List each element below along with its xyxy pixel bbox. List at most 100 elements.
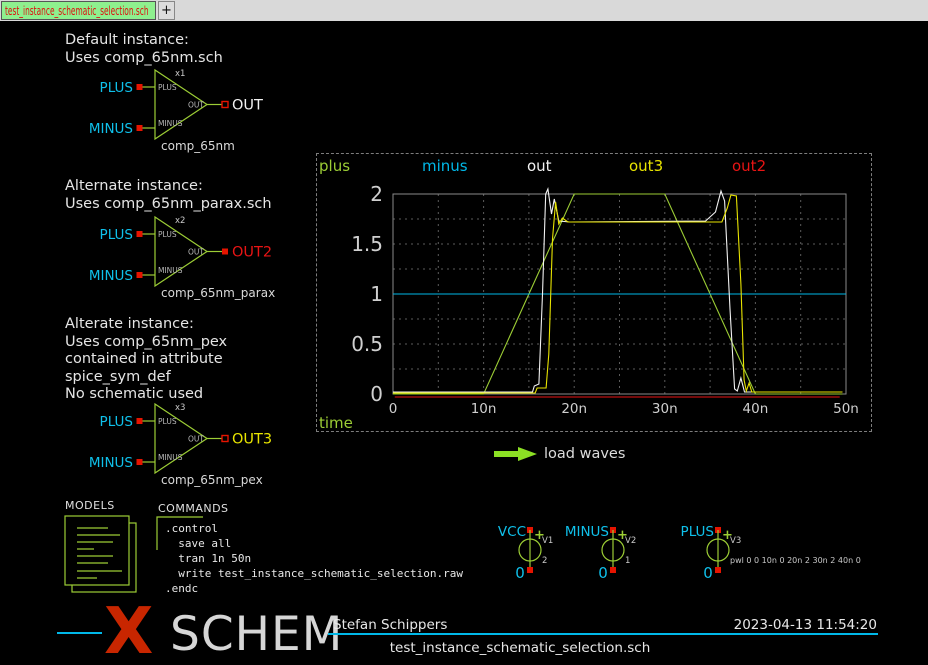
pin-name-plus: PLUS	[158, 230, 177, 239]
instance3-heading: Alterate instance:Uses comp_65nm_pexcont…	[65, 316, 227, 404]
text-line: contained in attribute	[65, 351, 227, 369]
author-name: Stefan Schippers	[333, 617, 447, 633]
text-line: Alterate instance:	[65, 316, 227, 334]
legend-plus: plus	[319, 157, 350, 175]
tab-bar: test_instance_schematic_selection.sch +	[0, 0, 928, 21]
new-tab-button[interactable]: +	[158, 1, 175, 20]
net-label-minus[interactable]: MINUS	[89, 121, 133, 137]
arrow-shape	[494, 447, 537, 461]
x-tick-label: 20n	[561, 401, 587, 417]
gnd-label[interactable]: 0	[703, 564, 713, 582]
text-line: Uses comp_65nm_pex	[65, 334, 227, 352]
tab-label: test_instance_schematic_selection.sch	[5, 4, 149, 18]
comparator-instance-x3[interactable]: PLUS MINUS OUT3 x3 PLUS OUT MINUS comp_6…	[95, 396, 310, 491]
legend-out: out	[527, 157, 552, 175]
titleblock-left-line	[57, 632, 102, 634]
instance2-heading: Alternate instance:Uses comp_65nm_parax.…	[65, 178, 272, 213]
legend-out2: out2	[732, 157, 766, 175]
x-tick-label: 0	[389, 401, 398, 417]
net-label-vcc[interactable]: VCC	[498, 524, 526, 540]
x-tick-label: 10n	[471, 401, 497, 417]
gnd-label[interactable]: 0	[515, 564, 525, 582]
models-label: MODELS	[65, 499, 115, 512]
gnd-label[interactable]: 0	[598, 564, 608, 582]
value-label: pwl 0 0 10n 0 20n 2 30n 2 40n 0	[730, 556, 861, 565]
x-axis-label: time	[319, 414, 353, 432]
text-line: save all	[165, 536, 463, 551]
pin-name-minus: MINUS	[158, 119, 183, 128]
pin-square-out	[222, 436, 228, 442]
pin-square-out	[222, 249, 228, 255]
comparator-instance-x1[interactable]: PLUS MINUS OUT x1 PLUS OUT MINUS comp_65…	[95, 62, 310, 157]
text-line: tran 1n 50n	[165, 551, 463, 566]
net-label-minus[interactable]: MINUS	[89, 455, 133, 471]
pin-name-plus: PLUS	[158, 417, 177, 426]
symbol-name: comp_65nm_pex	[161, 473, 263, 487]
pin-square-bottom	[527, 567, 533, 573]
net-label-out3[interactable]: OUT3	[232, 432, 272, 448]
legend-minus: minus	[422, 157, 468, 175]
tab-current[interactable]: test_instance_schematic_selection.sch	[1, 1, 156, 20]
refdes-label: V3	[730, 536, 741, 546]
comparator-instance-x2[interactable]: PLUS MINUS OUT2 x2 PLUS OUT MINUS comp_6…	[95, 209, 310, 304]
refdes-label: V1	[542, 536, 553, 546]
refdes-label: x3	[175, 403, 185, 413]
titleblock-underline	[328, 633, 878, 635]
pin-name-out: OUT	[188, 101, 204, 110]
refdes-label: x1	[175, 69, 185, 79]
net-label-plus[interactable]: PLUS	[681, 524, 714, 540]
text-line: .control	[165, 521, 463, 536]
text-line: Alternate instance:	[65, 178, 272, 196]
y-tick-label: 0	[370, 382, 383, 406]
x-tick-label: 40n	[743, 401, 769, 417]
y-tick-label: 0.5	[351, 332, 383, 356]
pin-square-minus	[137, 459, 143, 465]
pin-name-minus: MINUS	[158, 453, 183, 462]
pin-square-plus	[137, 84, 143, 90]
models-page-front	[65, 516, 129, 585]
net-label-minus[interactable]: MINUS	[89, 268, 133, 284]
legend-out3: out3	[629, 157, 663, 175]
net-label-plus[interactable]: PLUS	[100, 414, 133, 430]
pin-square-bottom	[610, 567, 616, 573]
schematic-filename: test_instance_schematic_selection.sch	[300, 640, 740, 656]
pin-name-minus: MINUS	[158, 266, 183, 275]
voltage-source-v3[interactable]: PLUS + V3 pwl 0 0 10n 0 20n 2 30n 2 40n …	[683, 520, 893, 590]
net-label-out2[interactable]: OUT2	[232, 245, 272, 261]
load-waves-arrow[interactable]	[492, 444, 540, 464]
pin-square-plus	[137, 418, 143, 424]
refdes-label: V2	[625, 536, 636, 546]
text-line: .endc	[165, 581, 463, 596]
net-label-plus[interactable]: PLUS	[100, 80, 133, 96]
text-line: Default instance:	[65, 32, 223, 50]
net-label-plus[interactable]: PLUS	[100, 227, 133, 243]
pin-square-plus	[137, 231, 143, 237]
pin-square-minus	[137, 125, 143, 131]
pin-name-plus: PLUS	[158, 83, 177, 92]
datetime-stamp: 2023-04-13 11:54:20	[734, 617, 877, 633]
x-tick-label: 50n	[833, 401, 859, 417]
refdes-label: x2	[175, 216, 185, 226]
pin-square-out	[222, 102, 228, 108]
x-tick-label: 30n	[652, 401, 678, 417]
net-label-out[interactable]: OUT	[232, 98, 263, 114]
symbol-name: comp_65nm	[161, 139, 235, 153]
value-label: 1	[625, 556, 630, 566]
waveform-plot-svg: 0 10n 20n 30n 40n 50n 2 1.5 1 0.5 0 plus minus out out…	[317, 154, 873, 433]
y-tick-label: 1.5	[351, 232, 383, 256]
spice-commands-text: .control save all tran 1n 50n write test…	[165, 521, 463, 596]
xschem-logo-x: X	[104, 600, 153, 664]
value-label: 2	[542, 556, 547, 566]
pin-name-out: OUT	[188, 435, 204, 444]
pin-square-minus	[137, 272, 143, 278]
load-waves-label[interactable]: load waves	[544, 446, 625, 462]
y-tick-label: 2	[370, 182, 383, 206]
pin-square-bottom	[715, 567, 721, 573]
net-label-minus[interactable]: MINUS	[565, 524, 609, 540]
text-line: spice_sym_def	[65, 369, 227, 387]
xschem-window: test_instance_schematic_selection.sch + …	[0, 0, 928, 665]
waveform-graph[interactable]: 0 10n 20n 30n 40n 50n 2 1.5 1 0.5 0 plus minus out out…	[316, 153, 872, 432]
pin-name-out: OUT	[188, 248, 204, 257]
text-line: write test_instance_schematic_selection.…	[165, 566, 463, 581]
y-tick-label: 1	[370, 282, 383, 306]
